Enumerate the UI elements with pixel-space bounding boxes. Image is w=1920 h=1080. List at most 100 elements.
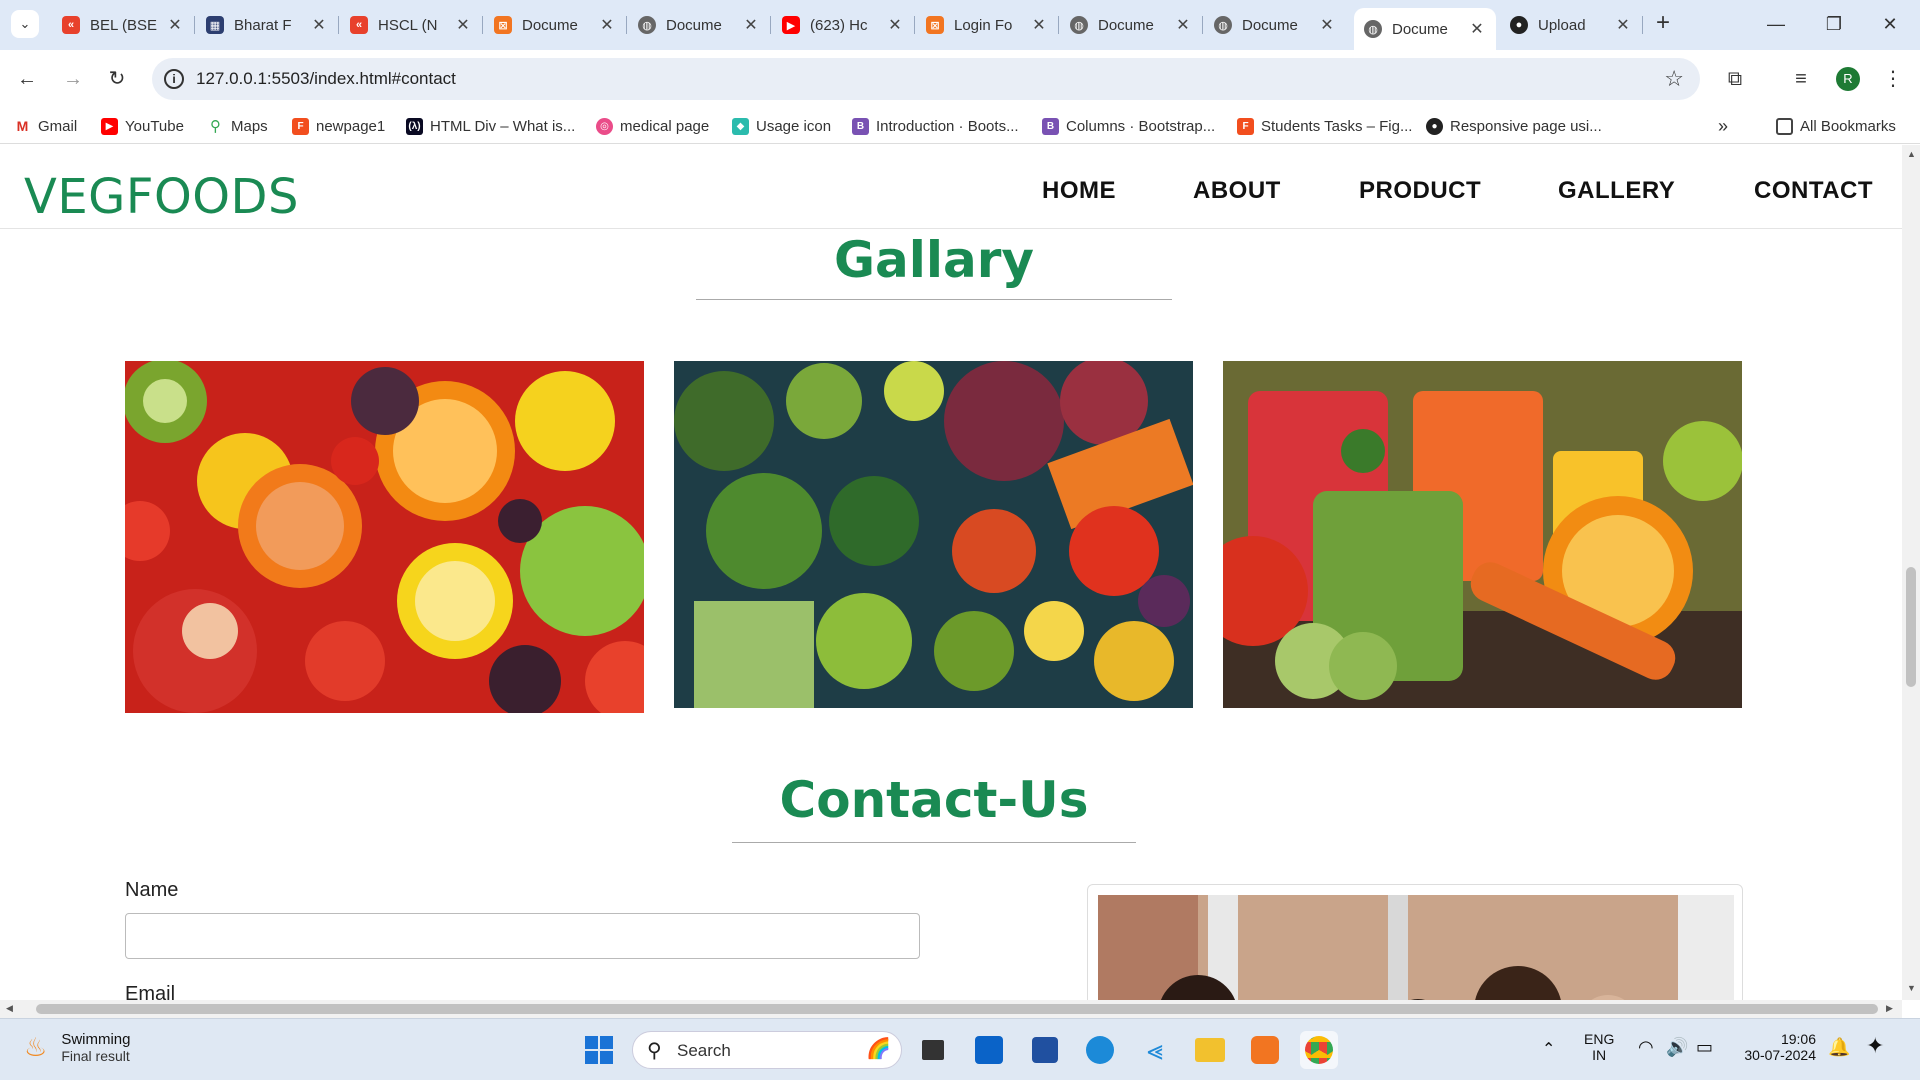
bookmark-responsive-page[interactable]: ● Responsive page usi... bbox=[1426, 115, 1602, 137]
nav-gallery[interactable]: GALLERY bbox=[1558, 177, 1675, 205]
reload-button[interactable]: ↻ bbox=[102, 64, 132, 94]
tab[interactable]: ⊠ Docume ✕ bbox=[484, 8, 627, 42]
tab-title: HSCL (N bbox=[378, 16, 438, 34]
more-bookmarks-icon[interactable]: » bbox=[1718, 115, 1728, 137]
tab[interactable]: ◍ Docume ✕ bbox=[1060, 8, 1203, 42]
start-button[interactable] bbox=[580, 1031, 618, 1069]
tab[interactable]: ⊠ Login Fo ✕ bbox=[916, 8, 1059, 42]
bookmark-bootstrap-columns[interactable]: B Columns · Bootstrap... bbox=[1042, 115, 1215, 137]
task-view-icon[interactable] bbox=[914, 1031, 952, 1069]
horizontal-scroll-thumb[interactable] bbox=[36, 1004, 1878, 1014]
close-icon[interactable]: ✕ bbox=[598, 15, 616, 35]
bookmark-maps[interactable]: ⚲ Maps bbox=[207, 115, 268, 137]
cortana-icon[interactable] bbox=[970, 1031, 1008, 1069]
bookmark-html-div[interactable]: (λ) HTML Div – What is... bbox=[406, 115, 575, 137]
widget-title: Swimming bbox=[61, 1031, 131, 1048]
forward-button[interactable]: → bbox=[58, 64, 88, 94]
gallery-image-fruits[interactable] bbox=[125, 361, 644, 713]
close-icon[interactable]: ✕ bbox=[1468, 19, 1486, 39]
url-text[interactable]: 127.0.0.1:5503/index.html#contact bbox=[196, 69, 456, 89]
tab-title: Docume bbox=[666, 16, 722, 34]
bookmark-bootstrap-intro[interactable]: B Introduction · Boots... bbox=[852, 115, 1019, 137]
copilot-icon[interactable]: ✦ bbox=[1866, 1033, 1884, 1059]
contact-title: Contact-Us bbox=[779, 771, 1089, 829]
email-label: Email bbox=[125, 983, 176, 1000]
chrome-icon[interactable] bbox=[1300, 1031, 1338, 1069]
vscode-icon[interactable]: ⪡ bbox=[1136, 1031, 1174, 1069]
scroll-left-icon[interactable]: ◀ bbox=[6, 1003, 13, 1014]
scroll-right-icon[interactable]: ▶ bbox=[1886, 1003, 1893, 1014]
notification-bell-icon[interactable]: 🔔 bbox=[1828, 1037, 1850, 1058]
all-bookmarks[interactable]: All Bookmarks bbox=[1776, 115, 1896, 137]
close-icon[interactable]: ✕ bbox=[1318, 15, 1336, 35]
close-window-button[interactable]: ✕ bbox=[1870, 10, 1910, 38]
tab[interactable]: ▶ (623) Hc ✕ bbox=[772, 8, 915, 42]
media-control-icon[interactable]: ≡ bbox=[1786, 64, 1816, 94]
bootstrap-icon: B bbox=[852, 117, 869, 135]
globe-icon: ◍ bbox=[1070, 16, 1088, 34]
nav-product[interactable]: PRODUCT bbox=[1359, 177, 1481, 205]
horizontal-scrollbar[interactable]: ◀ ▶ bbox=[0, 1000, 1902, 1018]
tab[interactable]: ◍ Docume ✕ bbox=[628, 8, 771, 42]
edge-icon[interactable] bbox=[1081, 1031, 1119, 1069]
close-icon[interactable]: ✕ bbox=[1174, 15, 1192, 35]
new-tab-button[interactable]: + bbox=[1650, 11, 1676, 37]
xampp-icon[interactable] bbox=[1246, 1031, 1284, 1069]
store-icon[interactable] bbox=[1026, 1031, 1064, 1069]
bookmark-youtube[interactable]: ▶ YouTube bbox=[101, 115, 184, 137]
close-icon[interactable]: ✕ bbox=[310, 15, 328, 35]
name-input[interactable] bbox=[125, 913, 920, 959]
close-icon[interactable]: ✕ bbox=[166, 15, 184, 35]
tab-active[interactable]: ◍ Docume ✕ bbox=[1354, 8, 1496, 50]
tab[interactable]: « HSCL (N ✕ bbox=[340, 8, 483, 42]
battery-icon[interactable]: ▭ bbox=[1696, 1037, 1713, 1058]
back-button[interactable]: ← bbox=[12, 64, 42, 94]
nav-home[interactable]: HOME bbox=[1042, 177, 1116, 205]
tab[interactable]: ◍ Docume ✕ bbox=[1204, 8, 1346, 42]
restore-button[interactable]: ❐ bbox=[1814, 10, 1854, 38]
bookmark-usage-icon[interactable]: ◆ Usage icon bbox=[732, 115, 831, 137]
contact-image-card bbox=[1087, 884, 1743, 1000]
vertical-scroll-thumb[interactable] bbox=[1906, 567, 1916, 687]
bookmark-students-tasks[interactable]: F Students Tasks – Fig... bbox=[1237, 115, 1412, 137]
tab-search-button[interactable]: ⌄ bbox=[11, 10, 39, 38]
minimize-button[interactable]: — bbox=[1756, 10, 1796, 38]
close-icon[interactable]: ✕ bbox=[1614, 15, 1632, 35]
file-explorer-icon[interactable] bbox=[1191, 1031, 1229, 1069]
menu-icon[interactable]: ⋮ bbox=[1878, 64, 1908, 94]
tab[interactable]: ● Upload ✕ bbox=[1500, 8, 1643, 42]
gallery-image-vegetables[interactable] bbox=[674, 361, 1193, 708]
clock[interactable]: 19:06 30-07-2024 bbox=[1726, 1031, 1816, 1063]
figma-icon: F bbox=[1237, 117, 1254, 135]
close-icon[interactable]: ✕ bbox=[742, 15, 760, 35]
language-indicator[interactable]: ENG IN bbox=[1584, 1031, 1614, 1063]
profile-avatar[interactable]: R bbox=[1836, 67, 1860, 91]
nav-about[interactable]: ABOUT bbox=[1193, 177, 1281, 205]
address-bar[interactable]: i 127.0.0.1:5503/index.html#contact ☆ bbox=[152, 58, 1700, 100]
tab-title: Upload bbox=[1538, 16, 1586, 34]
vertical-scrollbar[interactable]: ▲ ▼ bbox=[1902, 145, 1920, 1000]
scroll-up-icon[interactable]: ▲ bbox=[1907, 149, 1916, 159]
site-logo[interactable]: VEGFOODS bbox=[24, 169, 299, 225]
cube-icon: ◆ bbox=[732, 117, 749, 135]
wifi-icon[interactable]: ◠ bbox=[1638, 1037, 1654, 1058]
close-icon[interactable]: ✕ bbox=[1030, 15, 1048, 35]
scroll-down-icon[interactable]: ▼ bbox=[1907, 983, 1916, 993]
weather-widget[interactable]: ♨ Swimming Final result bbox=[24, 1031, 131, 1064]
close-icon[interactable]: ✕ bbox=[886, 15, 904, 35]
bookmark-medical-page[interactable]: ◎ medical page bbox=[596, 115, 709, 137]
volume-icon[interactable]: 🔊 bbox=[1666, 1037, 1688, 1058]
nav-contact[interactable]: CONTACT bbox=[1754, 177, 1873, 205]
tab[interactable]: ▦ Bharat F ✕ bbox=[196, 8, 339, 42]
site-info-icon[interactable]: i bbox=[164, 69, 184, 89]
taskbar-search[interactable]: ⚲ Search 🌈 bbox=[632, 1031, 902, 1069]
chevron-up-icon[interactable]: ⌃ bbox=[1542, 1039, 1555, 1059]
widget-subtitle: Final result bbox=[61, 1048, 130, 1064]
bookmark-newpage1[interactable]: Fnewpage1 bbox=[292, 115, 385, 137]
close-icon[interactable]: ✕ bbox=[454, 15, 472, 35]
bookmark-gmail[interactable]: M Gmail bbox=[14, 115, 77, 137]
tab[interactable]: « BEL (BSE ✕ bbox=[52, 8, 195, 42]
bookmark-star-icon[interactable]: ☆ bbox=[1664, 66, 1684, 92]
gallery-image-juices[interactable] bbox=[1223, 361, 1742, 708]
extensions-icon[interactable]: ⧉ bbox=[1720, 64, 1750, 94]
